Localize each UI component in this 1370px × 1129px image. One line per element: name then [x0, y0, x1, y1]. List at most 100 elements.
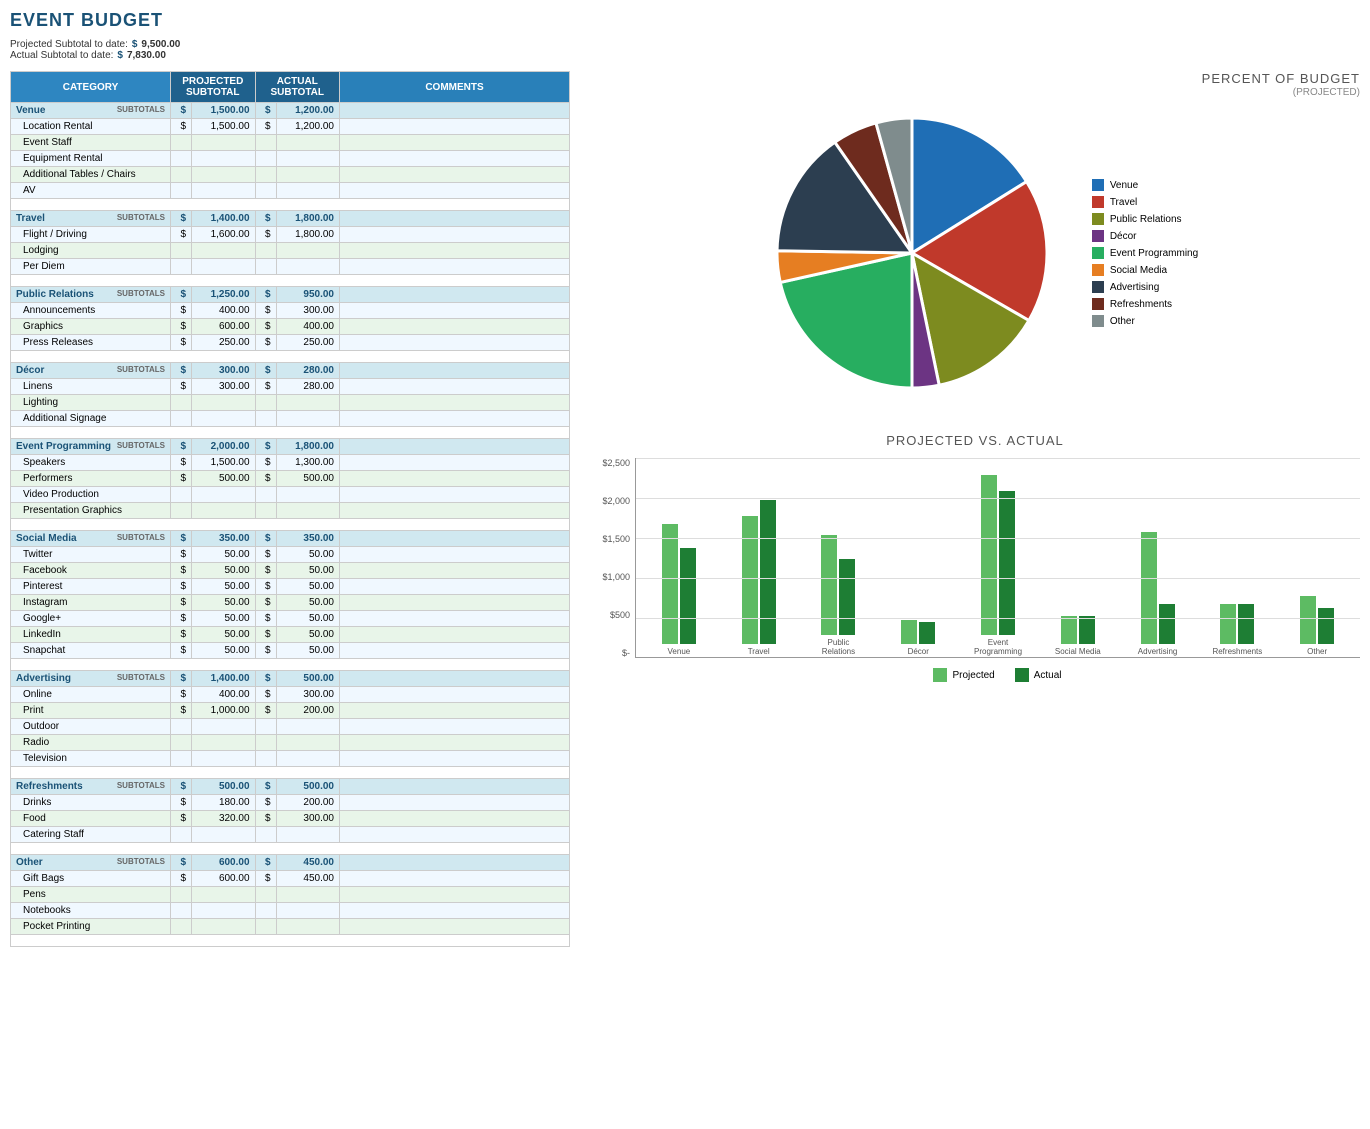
item-comments: [340, 703, 570, 719]
bar-group-label: Venue: [668, 647, 691, 657]
item-act-dollar: [255, 827, 276, 843]
table-row: Speakers $ 1,500.00 $ 1,300.00: [11, 455, 570, 471]
item-name: Print: [11, 703, 171, 719]
item-proj-dollar: [171, 167, 192, 183]
bar-chart-section: PROJECTED vs. ACTUAL $2,500$2,000$1,500$…: [590, 433, 1360, 682]
item-proj-dollar: $: [171, 643, 192, 659]
item-act-dollar: $: [255, 703, 276, 719]
item-act-val: 1,800.00: [276, 227, 339, 243]
table-row: Television: [11, 751, 570, 767]
table-row: Equipment Rental: [11, 151, 570, 167]
pie-legend: Venue Travel Public Relations Décor Even…: [1092, 179, 1198, 327]
item-proj-dollar: $: [171, 611, 192, 627]
section-header-advertising: Advertising SUBTOTALS $ 1,400.00 $ 500.0…: [11, 671, 570, 687]
item-act-dollar: $: [255, 811, 276, 827]
item-name: Flight / Driving: [11, 227, 171, 243]
page-title: EVENT BUDGET: [10, 10, 1360, 31]
section-act-dollar: $: [255, 855, 276, 871]
table-row: Performers $ 500.00 $ 500.00: [11, 471, 570, 487]
bar-pair: [662, 524, 696, 644]
bar-actual: [760, 500, 776, 644]
item-proj-val: 400.00: [192, 303, 256, 319]
item-name: Google+: [11, 611, 171, 627]
table-row: Facebook $ 50.00 $ 50.00: [11, 563, 570, 579]
item-proj-val: 1,500.00: [192, 119, 256, 135]
item-act-dollar: [255, 167, 276, 183]
item-proj-val: 50.00: [192, 579, 256, 595]
section-act-val: 350.00: [276, 531, 339, 547]
table-row: Video Production: [11, 487, 570, 503]
legend-item-travel: Travel: [1092, 196, 1198, 208]
item-act-dollar: [255, 503, 276, 519]
section-act-val: 1,200.00: [276, 103, 339, 119]
legend-color: [1092, 247, 1104, 259]
item-proj-val: 320.00: [192, 811, 256, 827]
item-proj-dollar: $: [171, 303, 192, 319]
section-proj-dollar: $: [171, 779, 192, 795]
item-act-val: 200.00: [276, 795, 339, 811]
table-row: Outdoor: [11, 719, 570, 735]
item-comments: [340, 643, 570, 659]
item-comments: [340, 379, 570, 395]
item-act-dollar: $: [255, 119, 276, 135]
item-comments: [340, 455, 570, 471]
legend-color: [1092, 264, 1104, 276]
item-proj-val: 600.00: [192, 319, 256, 335]
legend-label: Venue: [1110, 180, 1138, 191]
item-name: Snapchat: [11, 643, 171, 659]
bar-group-label: Refreshments: [1212, 647, 1262, 657]
item-act-dollar: $: [255, 871, 276, 887]
item-comments: [340, 259, 570, 275]
item-act-dollar: $: [255, 455, 276, 471]
item-comments: [340, 303, 570, 319]
item-act-val: 50.00: [276, 611, 339, 627]
bar-group-other: Other: [1279, 596, 1355, 657]
item-name: Lodging: [11, 243, 171, 259]
section-comments: [340, 531, 570, 547]
item-act-val: 50.00: [276, 643, 339, 659]
item-proj-val: [192, 243, 256, 259]
section-proj-val: 1,400.00: [192, 211, 256, 227]
bar-group-label: Travel: [748, 647, 770, 657]
item-act-val: [276, 487, 339, 503]
item-act-val: 250.00: [276, 335, 339, 351]
section-act-dollar: $: [255, 103, 276, 119]
item-name: Linens: [11, 379, 171, 395]
item-proj-val: 400.00: [192, 687, 256, 703]
legend-color: [1092, 196, 1104, 208]
spacer-row: [11, 427, 570, 439]
item-comments: [340, 183, 570, 199]
section-act-val: 950.00: [276, 287, 339, 303]
table-row: Online $ 400.00 $ 300.00: [11, 687, 570, 703]
item-proj-val: 250.00: [192, 335, 256, 351]
table-row: Gift Bags $ 600.00 $ 450.00: [11, 871, 570, 887]
section-act-dollar: $: [255, 287, 276, 303]
y-axis-label: $2,000: [590, 496, 630, 506]
bar-legend-projected: Projected: [933, 668, 994, 682]
item-comments: [340, 487, 570, 503]
item-comments: [340, 335, 570, 351]
section-act-val: 1,800.00: [276, 211, 339, 227]
item-act-val: [276, 411, 339, 427]
section-act-val: 450.00: [276, 855, 339, 871]
section-proj-dollar: $: [171, 363, 192, 379]
item-comments: [340, 627, 570, 643]
item-act-dollar: [255, 183, 276, 199]
item-act-dollar: $: [255, 227, 276, 243]
bar-legend-actual: Actual: [1015, 668, 1062, 682]
section-name: Décor SUBTOTALS: [11, 363, 171, 379]
item-proj-dollar: [171, 411, 192, 427]
item-proj-dollar: [171, 719, 192, 735]
projected-value: 9,500.00: [141, 39, 180, 50]
item-comments: [340, 919, 570, 935]
actual-dollar: $: [117, 50, 123, 61]
legend-color-actual: [1015, 668, 1029, 682]
section-comments: [340, 779, 570, 795]
legend-item-event-programming: Event Programming: [1092, 247, 1198, 259]
legend-color: [1092, 213, 1104, 225]
bar-actual: [1238, 604, 1254, 644]
bar-actual: [680, 548, 696, 644]
table-row: Snapchat $ 50.00 $ 50.00: [11, 643, 570, 659]
table-row: Instagram $ 50.00 $ 50.00: [11, 595, 570, 611]
item-comments: [340, 795, 570, 811]
